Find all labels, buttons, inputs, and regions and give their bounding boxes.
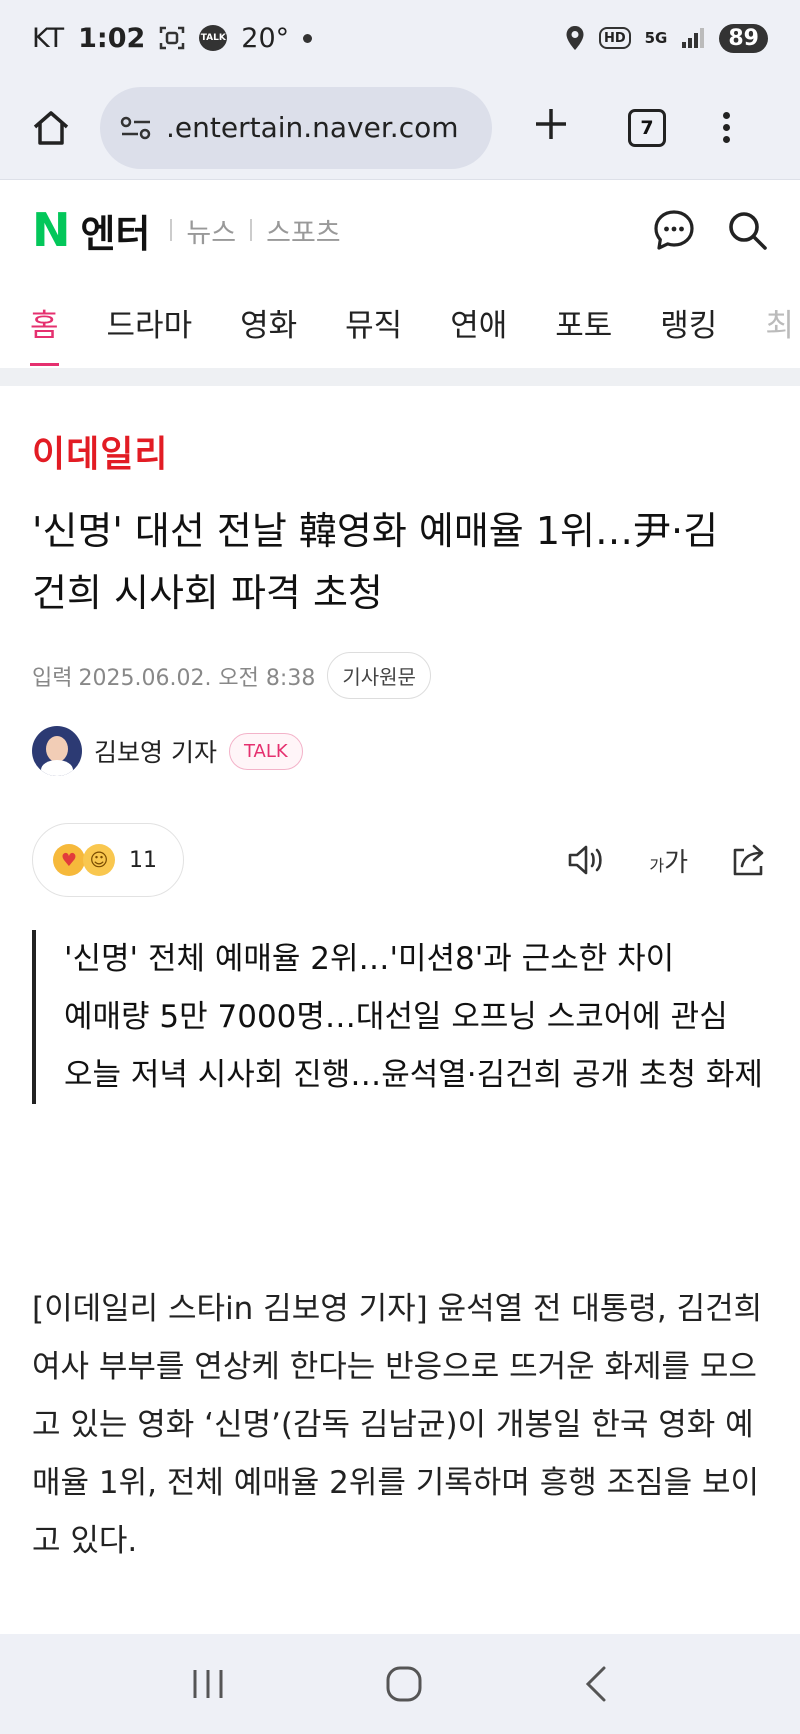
home-icon: [33, 110, 69, 145]
tab-drama[interactable]: 드라마: [107, 280, 193, 368]
tab-photo[interactable]: 포토: [555, 280, 612, 368]
service-title[interactable]: 엔터: [81, 203, 151, 258]
section-divider: [0, 368, 800, 386]
kakaotalk-icon: TALK: [199, 25, 228, 51]
summary-line: '신명' 전체 예매율 2위…'미션8'과 근소한 차이: [64, 941, 675, 977]
publish-date: 2025.06.02. 오전 8:38: [78, 665, 316, 691]
speaker-icon[interactable]: [567, 843, 607, 877]
carrier-label: KT: [32, 22, 65, 54]
system-nav-bar: [0, 1634, 800, 1734]
naver-logo[interactable]: N: [32, 203, 70, 257]
network-type: 5G: [644, 29, 668, 47]
meta-label: 입력: [32, 665, 73, 691]
browser-toolbar: .entertain.naver.com 7: [0, 76, 800, 180]
weather-temp: 20°: [241, 22, 290, 54]
reaction-count: 11: [129, 847, 157, 873]
plus-icon: [536, 109, 566, 139]
tabs-button[interactable]: 7: [628, 108, 666, 147]
search-icon[interactable]: [726, 209, 768, 251]
address-bar[interactable]: .entertain.naver.com: [100, 86, 492, 169]
back-icon[interactable]: [582, 1665, 610, 1703]
home-nav-icon[interactable]: [385, 1665, 423, 1703]
divider: [170, 219, 173, 241]
header-icons: [652, 208, 768, 252]
tab-count: 7: [640, 116, 654, 139]
article-toolbar: ♥ ☺ 11 가가: [32, 822, 768, 898]
hd-voice-icon: HD: [598, 27, 631, 49]
new-tab-button[interactable]: [526, 102, 576, 153]
font-size-large-label: 가: [664, 847, 688, 878]
tab-movie[interactable]: 영화: [240, 280, 297, 368]
nav-link-sports[interactable]: 스포츠: [266, 211, 341, 250]
status-bar: KT 1:02 TALK 20° HD 5G 89: [0, 0, 800, 76]
summary-line: 예매량 5만 7000명…대선일 오프닝 스코어에 관심: [64, 999, 728, 1035]
clock: 1:02: [78, 22, 146, 54]
smile-emoji-icon: ☺: [83, 844, 115, 876]
tab-ranking[interactable]: 랭킹: [660, 280, 717, 368]
more-vert-icon[interactable]: [716, 112, 736, 143]
site-info-icon[interactable]: [120, 115, 152, 141]
article-body: [이데일리 스타in 김보영 기자] 윤석열 전 대통령, 김건희 여사 부부를…: [32, 1291, 763, 1559]
original-article-button[interactable]: 기사원문: [327, 652, 431, 699]
screenshot-icon: [159, 25, 185, 51]
nav-link-news[interactable]: 뉴스: [186, 211, 236, 250]
recent-apps-icon[interactable]: [190, 1667, 226, 1701]
chat-icon[interactable]: [652, 208, 696, 252]
tool-icons: 가가: [567, 842, 768, 879]
category-tabs: 홈 드라마 영화 뮤직 연애 포토 랭킹 최: [0, 280, 800, 368]
article-meta: 입력 2025.06.02. 오전 8:38 기사원문: [32, 652, 431, 699]
font-size-button[interactable]: 가가: [649, 842, 688, 879]
signal-icon: [681, 27, 705, 49]
reporter-info: 김보영 기자 TALK: [32, 726, 303, 776]
talk-button[interactable]: TALK: [228, 732, 303, 770]
font-size-small-label: 가: [649, 855, 665, 875]
article-summary: '신명' 전체 예매율 2위…'미션8'과 근소한 차이 예매량 5만 7000…: [32, 930, 772, 1104]
home-button[interactable]: [24, 101, 78, 155]
notification-dot-icon: [303, 33, 313, 43]
tab-overflow[interactable]: 최: [765, 280, 794, 368]
status-left: KT 1:02 TALK 20°: [32, 22, 313, 54]
article-title: '신명' 대선 전날 韓영화 예매율 1위…尹·김건희 시사회 파격 초청: [32, 509, 719, 615]
tab-entertainment[interactable]: 연애: [450, 280, 507, 368]
divider: [250, 219, 253, 241]
avatar[interactable]: [32, 726, 82, 776]
tab-home[interactable]: 홈: [30, 280, 59, 368]
location-icon: [565, 25, 585, 51]
url-text[interactable]: .entertain.naver.com: [166, 111, 459, 144]
battery-icon: 89: [719, 23, 768, 53]
reporter-name[interactable]: 김보영 기자: [94, 733, 217, 769]
heart-eyes-emoji-icon: ♥: [53, 844, 85, 876]
tab-music[interactable]: 뮤직: [345, 280, 402, 368]
status-right: HD 5G 89: [565, 23, 768, 53]
summary-line: 오늘 저녁 시사회 진행…윤석열·김건희 공개 초청 화제: [64, 1057, 763, 1093]
site-header: N 엔터 뉴스 스포츠: [0, 180, 800, 280]
press-logo[interactable]: 이데일리: [32, 425, 168, 477]
reaction-button[interactable]: ♥ ☺ 11: [32, 823, 184, 897]
share-icon[interactable]: [730, 842, 768, 878]
